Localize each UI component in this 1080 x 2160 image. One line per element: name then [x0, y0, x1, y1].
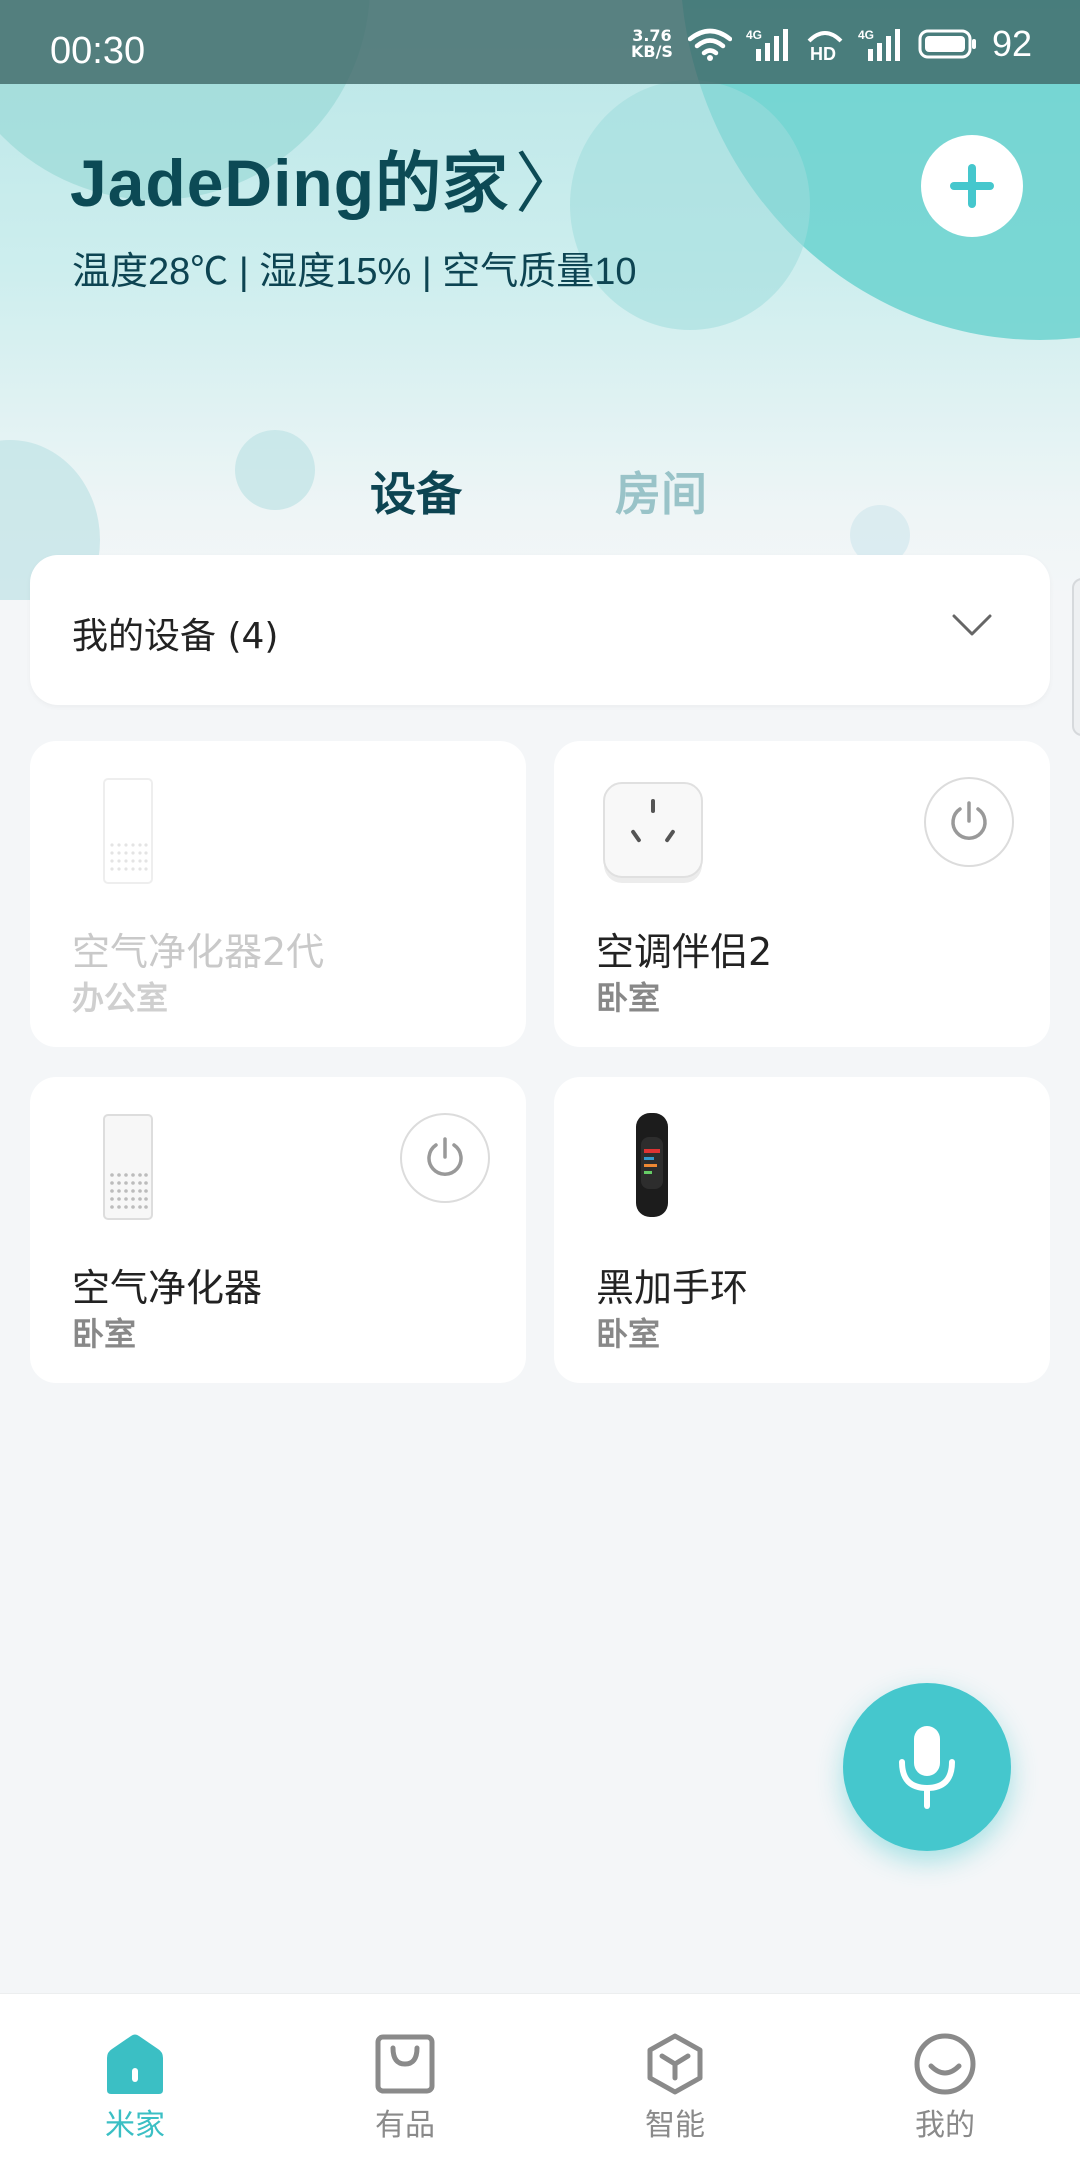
net-speed: 3.76 KB/S [630, 28, 674, 60]
device-group-label: 我的设备 (4) [72, 616, 279, 657]
status-icons: 3.76 KB/S 4G HD 4G 92 [630, 23, 1032, 64]
environment-stats: 温度28℃ | 湿度15% | 空气质量10 [72, 251, 637, 293]
device-name: 空气净化器 [72, 1266, 263, 1310]
wifi-icon [687, 28, 732, 61]
home-icon [107, 2034, 163, 2094]
power-button[interactable] [924, 777, 1014, 867]
nav-home[interactable]: 米家 [0, 1994, 270, 2160]
shopping-bag-icon [375, 2034, 435, 2094]
device-group-dropdown[interactable]: 我的设备 (4) [30, 555, 1050, 705]
add-device-button[interactable] [921, 135, 1023, 237]
device-card[interactable]: 黑加手环 卧室 [554, 1077, 1050, 1383]
signal-icon: 4G [746, 28, 788, 61]
power-icon [427, 1137, 463, 1176]
status-bar: 00:30 3.76 KB/S 4G HD 4G 92 [0, 0, 1080, 84]
hd-call-icon: HD [807, 31, 843, 61]
nav-shop[interactable]: 有品 [270, 1994, 540, 2160]
home-selector[interactable]: JadeDing的家〉 [70, 130, 582, 226]
hd-label: HD [810, 44, 836, 61]
decor-bubble [235, 430, 315, 510]
nav-profile-label: 我的 [915, 2108, 975, 2143]
nav-profile[interactable]: 我的 [810, 1994, 1080, 2160]
power-icon [951, 801, 987, 840]
battery-level: 92 [991, 23, 1032, 64]
header-background [0, 0, 1080, 600]
battery-icon [918, 29, 976, 59]
device-name: 空调伴侣2 [596, 930, 773, 974]
voice-assistant-button[interactable] [843, 1683, 1011, 1851]
air-purifier-icon [103, 1114, 153, 1220]
device-room: 卧室 [596, 1315, 661, 1353]
device-card[interactable]: 空调伴侣2 卧室 [554, 741, 1050, 1047]
home-title: JadeDing的家 [70, 146, 510, 220]
chevron-down-icon [952, 614, 992, 636]
fitness-band-icon [636, 1113, 668, 1217]
microphone-icon [899, 1726, 955, 1809]
air-purifier-icon [103, 778, 153, 884]
signal-2-label: 4G [858, 28, 874, 42]
nav-shop-label: 有品 [375, 2108, 435, 2143]
bottom-navigation: 米家 有品 智能 我的 [0, 1993, 1080, 2160]
cube-icon [647, 2033, 703, 2095]
net-speed-unit: KB/S [630, 42, 673, 61]
signal-1-label: 4G [746, 28, 762, 42]
chevron-right-icon: 〉 [515, 146, 583, 220]
nav-home-label: 米家 [105, 2108, 165, 2143]
signal-icon-2: 4G [858, 28, 900, 61]
side-drawer-handle[interactable] [1072, 578, 1080, 736]
device-name: 黑加手环 [596, 1266, 749, 1310]
power-button[interactable] [400, 1113, 490, 1203]
device-room: 办公室 [72, 979, 169, 1017]
device-name: 空气净化器2代 [72, 930, 325, 974]
nav-smart[interactable]: 智能 [540, 1994, 810, 2160]
tab-rooms[interactable]: 房间 [615, 458, 707, 524]
smiley-icon [914, 2033, 976, 2095]
tab-devices[interactable]: 设备 [370, 458, 462, 524]
plus-icon [950, 164, 994, 208]
ac-companion-icon [603, 782, 703, 883]
nav-smart-label: 智能 [645, 2108, 705, 2143]
status-time: 00:30 [50, 30, 146, 72]
device-room: 卧室 [72, 1315, 137, 1353]
device-room: 卧室 [596, 979, 661, 1017]
device-card[interactable]: 空气净化器2代 办公室 [30, 741, 526, 1047]
device-card[interactable]: 空气净化器 卧室 [30, 1077, 526, 1383]
